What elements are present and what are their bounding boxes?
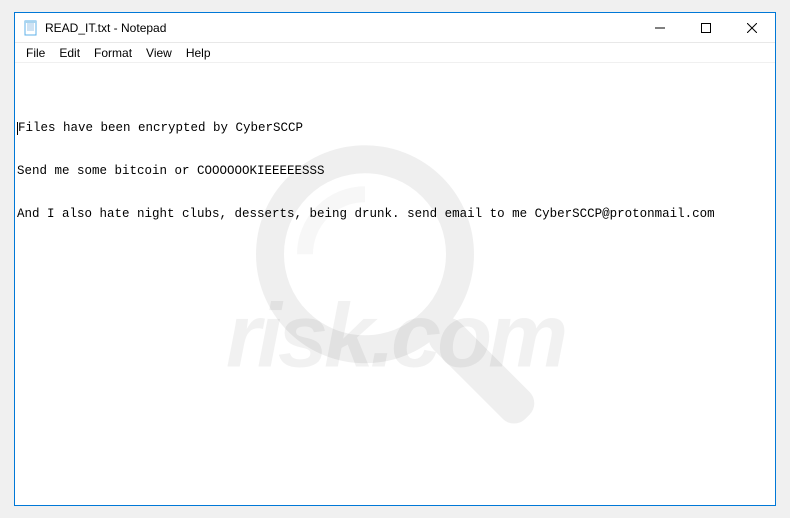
minimize-button[interactable] <box>637 13 683 43</box>
notepad-icon <box>23 20 39 36</box>
titlebar-left: READ_IT.txt - Notepad <box>23 20 166 36</box>
watermark-logo <box>235 95 555 473</box>
menubar: File Edit Format View Help <box>15 43 775 63</box>
menu-format[interactable]: Format <box>87 45 139 61</box>
menu-edit[interactable]: Edit <box>52 45 87 61</box>
content-text: Files have been encrypted by CyberSCCP <box>18 121 303 135</box>
titlebar: READ_IT.txt - Notepad <box>15 13 775 43</box>
content-line: Files have been encrypted by CyberSCCP <box>17 121 773 135</box>
content-line: Send me some bitcoin or COOOOOOKIEEEEESS… <box>17 164 773 178</box>
menu-help[interactable]: Help <box>179 45 218 61</box>
watermark-text: risk.com <box>226 285 564 389</box>
text-editor-area[interactable]: risk.com Files have been encrypted by Cy… <box>15 63 775 505</box>
window-controls <box>637 13 775 42</box>
content-line: And I also hate night clubs, desserts, b… <box>17 207 773 221</box>
menu-file[interactable]: File <box>19 45 52 61</box>
notepad-window: READ_IT.txt - Notepad File Edit Format V… <box>14 12 776 506</box>
maximize-button[interactable] <box>683 13 729 43</box>
menu-view[interactable]: View <box>139 45 179 61</box>
window-title: READ_IT.txt - Notepad <box>45 21 166 35</box>
close-button[interactable] <box>729 13 775 43</box>
